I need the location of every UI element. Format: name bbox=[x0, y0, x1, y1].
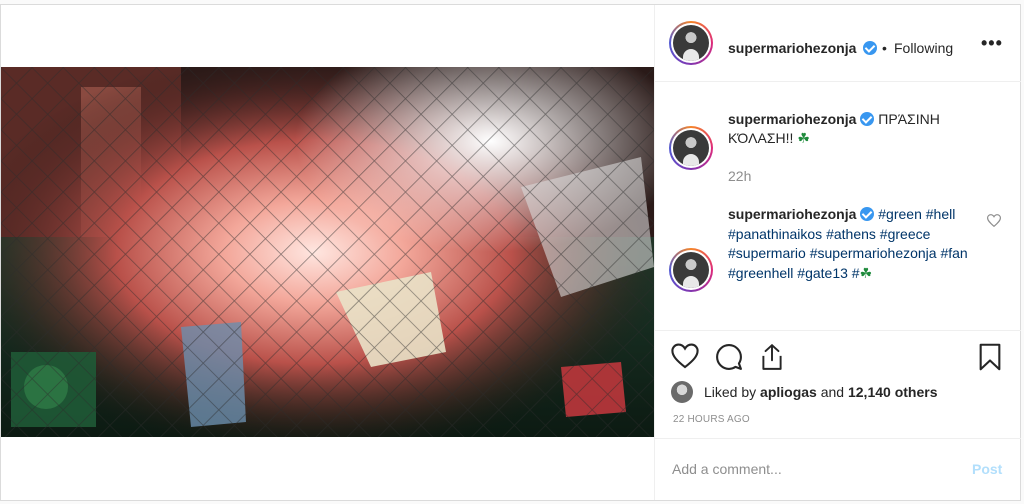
post-header: supermariohezonja • Following ••• bbox=[655, 5, 1021, 82]
hashtag[interactable]: #greenhell bbox=[728, 265, 793, 281]
verified-badge-icon bbox=[863, 41, 877, 55]
separator-dot: • bbox=[882, 40, 887, 56]
verified-badge-icon bbox=[860, 112, 875, 126]
share-icon[interactable] bbox=[759, 343, 785, 371]
hashtag[interactable]: #greece bbox=[880, 226, 931, 242]
caption-text: supermariohezonja ΠΡΆΣΙΝΗ ΚΌΛΑΣΗ!! ☘ bbox=[728, 110, 988, 148]
hashtag[interactable]: # bbox=[852, 265, 860, 281]
liker-username[interactable]: apliogas bbox=[760, 384, 817, 400]
comment-avatar[interactable] bbox=[669, 248, 713, 292]
caption-avatar[interactable] bbox=[669, 126, 713, 170]
header-username[interactable]: supermariohezonja bbox=[728, 40, 856, 56]
post-timestamp[interactable]: 22 HOURS AGO bbox=[673, 414, 750, 425]
more-horizontal-icon[interactable]: ••• bbox=[981, 33, 1003, 54]
hashtag[interactable]: #green bbox=[878, 206, 922, 222]
comment-icon[interactable] bbox=[715, 343, 743, 371]
post-sidebar: supermariohezonja • Following ••• superm… bbox=[654, 5, 1021, 500]
post-comment-button[interactable]: Post bbox=[972, 461, 1002, 477]
post-card: supermariohezonja • Following ••• superm… bbox=[0, 4, 1021, 501]
action-bar: Liked by apliogas and 12,140 others 22 H… bbox=[655, 330, 1021, 438]
hashtag[interactable]: #panathinaikos bbox=[728, 226, 822, 242]
comment-username[interactable]: supermariohezonja bbox=[728, 206, 856, 222]
caption-username[interactable]: supermariohezonja bbox=[728, 111, 856, 127]
shamrock-icon: ☘ bbox=[797, 130, 810, 146]
bookmark-icon[interactable] bbox=[978, 343, 1002, 371]
shamrock-icon: ☘ bbox=[859, 264, 873, 281]
hashtag[interactable]: #gate13 bbox=[797, 265, 848, 281]
liker-avatar[interactable] bbox=[671, 381, 693, 403]
avatar[interactable] bbox=[669, 21, 713, 65]
hashtag[interactable]: #supermariohezonja bbox=[810, 245, 937, 261]
hashtag[interactable]: #athens bbox=[826, 226, 876, 242]
heart-icon[interactable] bbox=[671, 343, 699, 369]
caption-time[interactable]: 22h bbox=[728, 168, 751, 184]
post-image[interactable] bbox=[1, 67, 654, 437]
stadium-photo bbox=[1, 67, 654, 437]
add-comment-bar: Add a comment... Post bbox=[655, 438, 1021, 500]
hashtag[interactable]: #fan bbox=[940, 245, 967, 261]
hashtag[interactable]: #supermario bbox=[728, 245, 806, 261]
liked-by-conj: and bbox=[820, 384, 845, 400]
following-button[interactable]: Following bbox=[894, 40, 953, 56]
liked-by-text: Liked by apliogas and 12,140 others bbox=[704, 384, 937, 400]
verified-badge-icon bbox=[860, 207, 875, 221]
likes-count[interactable]: 12,140 others bbox=[848, 384, 938, 400]
hashtag[interactable]: #hell bbox=[926, 206, 956, 222]
comment-text: supermariohezonja #green #hell #panathin… bbox=[728, 205, 988, 283]
liked-by-prefix: Liked by bbox=[704, 384, 757, 400]
add-comment-input[interactable]: Add a comment... bbox=[672, 461, 782, 477]
comment-like-heart-icon[interactable] bbox=[987, 214, 1001, 227]
